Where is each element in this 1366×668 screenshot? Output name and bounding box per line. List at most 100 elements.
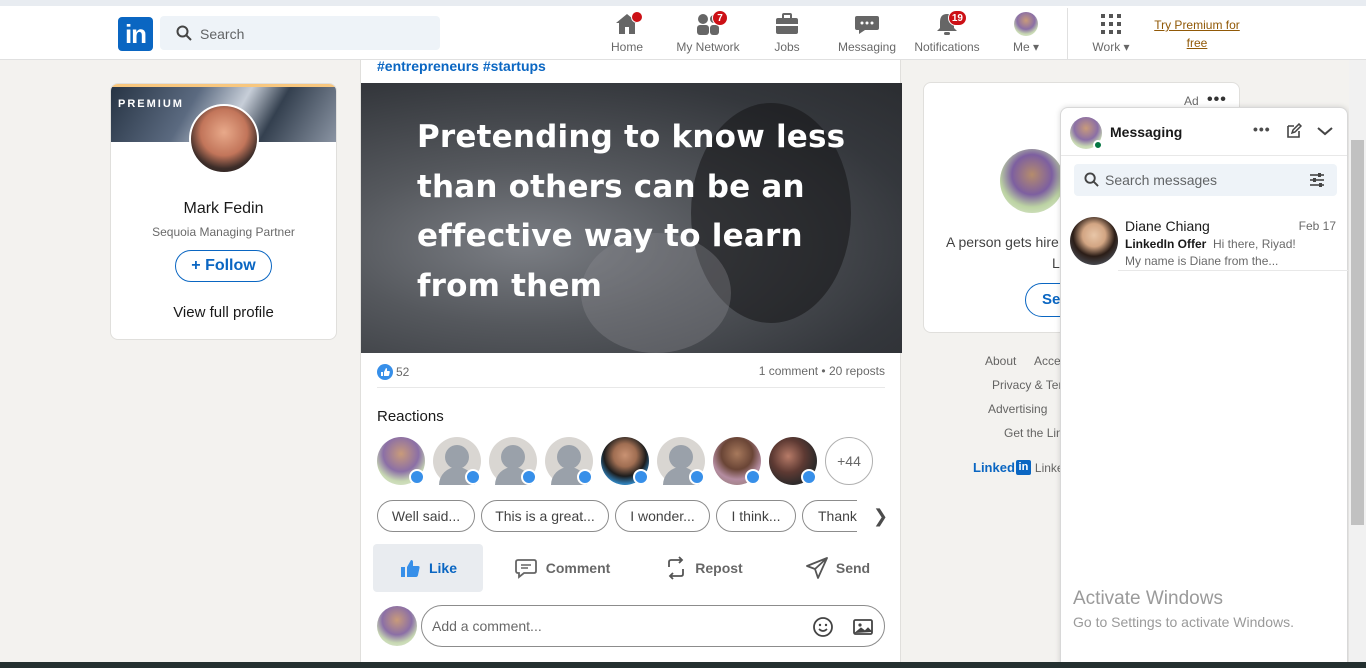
reactor-avatar[interactable]: [433, 437, 481, 485]
reactions-heading: Reactions: [377, 408, 444, 425]
nav-work[interactable]: Work ▾: [1088, 12, 1134, 54]
post-hashtags[interactable]: #entrepreneurs #startups: [377, 58, 546, 74]
profile-name[interactable]: Mark Fedin: [111, 200, 336, 218]
taskbar-edge: [0, 662, 1366, 668]
nav-jobs[interactable]: Jobs: [770, 12, 804, 54]
reactor-avatar[interactable]: [657, 437, 705, 485]
chevron-down-icon: ▾: [1032, 40, 1040, 54]
suggestion-chip[interactable]: Thank: [802, 500, 857, 532]
messaging-overlay: Messaging ••• Search messages Diane Chia…: [1060, 107, 1348, 668]
conversation-name: Diane Chiang: [1125, 218, 1210, 234]
chevron-right-icon[interactable]: ❯: [873, 506, 888, 527]
nav-home[interactable]: Home: [607, 11, 647, 54]
online-status-dot: [1093, 140, 1103, 150]
nav-my-network[interactable]: 7 My Network: [672, 10, 744, 54]
reactor-avatar[interactable]: [545, 437, 593, 485]
nav-notifications[interactable]: 19 Notifications: [912, 10, 982, 54]
image-icon[interactable]: [852, 616, 874, 638]
reactor-avatar[interactable]: [601, 437, 649, 485]
ad-text: A person gets hire: [946, 234, 1059, 250]
home-dot-badge: [631, 11, 643, 23]
follow-button[interactable]: + Follow: [175, 250, 272, 282]
linkedin-logo[interactable]: in: [118, 17, 153, 51]
conversation-date: Feb 17: [1298, 219, 1336, 233]
search-placeholder: Search: [200, 26, 245, 42]
like-reaction-icon: [377, 364, 393, 380]
try-premium-link[interactable]: Try Premium for free: [1150, 16, 1244, 52]
like-icon: [400, 560, 420, 577]
linkedin-footer-logo: Linked in Linke: [973, 460, 1064, 475]
repost-button[interactable]: Repost: [645, 544, 763, 592]
feed-post: #entrepreneurs #startups Pretending to k…: [360, 58, 902, 668]
scrollbar-thumb[interactable]: [1351, 140, 1364, 525]
reactor-avatar[interactable]: [769, 437, 817, 485]
comment-composer: Add a comment...: [377, 605, 887, 647]
me-avatar: [1014, 12, 1038, 36]
like-button[interactable]: Like: [373, 544, 483, 592]
conversation-item[interactable]: Diane Chiang Feb 17 LinkedIn Offer Hi th…: [1061, 213, 1347, 271]
reactor-avatar[interactable]: [489, 437, 537, 485]
more-options-icon[interactable]: •••: [1253, 121, 1271, 137]
conversation-preview: LinkedIn Offer Hi there, Riyad!: [1125, 237, 1296, 251]
footer-link[interactable]: Advertising: [988, 402, 1047, 416]
suggestion-chip[interactable]: Well said...: [377, 500, 475, 532]
footer-link[interactable]: Get the Lin: [1004, 426, 1063, 440]
filter-icon[interactable]: [1309, 172, 1325, 188]
comments-reposts-count[interactable]: 1 comment • 20 reposts: [759, 364, 885, 378]
footer-link[interactable]: About: [985, 354, 1016, 368]
conversation-preview: My name is Diane from the...: [1125, 254, 1279, 268]
my-avatar[interactable]: [377, 606, 417, 646]
post-stats: 52 1 comment • 20 reposts: [377, 362, 885, 388]
chevron-down-icon[interactable]: [1317, 126, 1333, 136]
browser-edge: [0, 0, 1366, 6]
global-nav: in Search Home 7 My Network Jobs Messagi…: [0, 0, 1366, 60]
profile-avatar[interactable]: [189, 104, 259, 174]
notifications-badge: 19: [947, 10, 967, 26]
comment-button[interactable]: Comment: [503, 544, 621, 592]
messaging-title: Messaging: [1110, 124, 1183, 140]
reactor-avatar[interactable]: [377, 437, 425, 485]
nav-divider: [1067, 8, 1068, 60]
profile-card: PREMIUM Mark Fedin Sequoia Managing Part…: [110, 83, 337, 340]
network-badge: 7: [712, 10, 728, 26]
view-full-profile-link[interactable]: View full profile: [111, 304, 336, 321]
search-input[interactable]: Search: [160, 16, 440, 50]
search-icon: [1084, 172, 1099, 187]
send-button[interactable]: Send: [783, 544, 893, 592]
suggested-comments: Well said... This is a great... I wonder…: [377, 500, 857, 532]
ad-label: Ad: [1184, 94, 1199, 108]
more-reactors-button[interactable]: +44: [825, 437, 873, 485]
suggestion-chip[interactable]: This is a great...: [481, 500, 609, 532]
search-messages-input[interactable]: Search messages: [1074, 164, 1337, 196]
comment-icon: [514, 559, 537, 579]
messaging-header[interactable]: Messaging •••: [1061, 108, 1347, 156]
send-icon: [805, 557, 828, 579]
activate-windows-watermark: Activate Windows Go to Settings to activ…: [1073, 588, 1294, 630]
nav-messaging[interactable]: Messaging: [836, 12, 898, 54]
suggestion-chip[interactable]: I wonder...: [615, 500, 710, 532]
footer-link[interactable]: Privacy & Ter: [992, 378, 1062, 392]
conversation-avatar: [1070, 217, 1118, 265]
compose-icon[interactable]: [1286, 123, 1302, 139]
emoji-icon[interactable]: [812, 616, 834, 638]
likes-count[interactable]: 52: [377, 364, 409, 380]
messaging-icon: [855, 16, 879, 34]
reactor-avatar[interactable]: [713, 437, 761, 485]
profile-title: Sequoia Managing Partner: [152, 225, 295, 239]
nav-me[interactable]: Me ▾: [1008, 12, 1044, 54]
post-quote-text: Pretending to know less than others can …: [417, 119, 846, 304]
post-image[interactable]: Pretending to know less than others can …: [361, 83, 902, 353]
plus-icon: +: [191, 257, 201, 274]
suggestion-chip[interactable]: I think...: [716, 500, 796, 532]
divider: [1118, 270, 1348, 271]
repost-icon: [668, 556, 685, 580]
work-grid-icon: [1101, 14, 1121, 34]
ad-text: L: [1052, 255, 1060, 271]
comment-input[interactable]: Add a comment...: [421, 605, 885, 647]
jobs-icon: [776, 13, 798, 34]
premium-label: PREMIUM: [118, 98, 184, 110]
post-actions: Like Comment Repost Send: [373, 544, 893, 592]
chevron-down-icon: ▾: [1123, 40, 1130, 54]
ad-avatar: [1000, 149, 1064, 213]
search-icon: [176, 25, 192, 41]
